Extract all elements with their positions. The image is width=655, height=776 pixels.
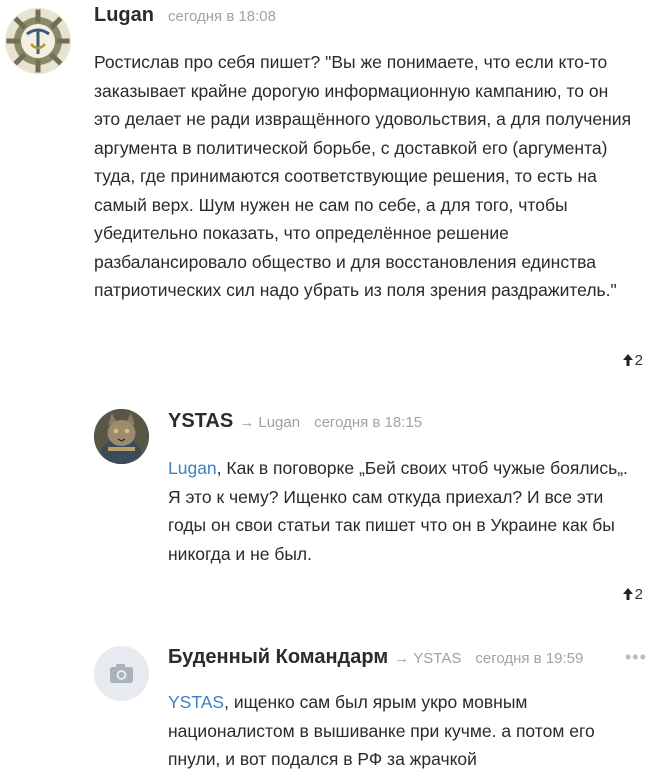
vote-count: 2: [634, 586, 643, 603]
author-name[interactable]: Lugan: [94, 4, 154, 26]
avatar-ystas[interactable]: [94, 409, 149, 464]
gear-emblem-icon: [6, 9, 70, 73]
mention-link[interactable]: Lugan: [168, 458, 217, 478]
upvote-control[interactable]: 2: [622, 352, 643, 369]
arrow-up-icon: [622, 588, 633, 600]
comment-text: Lugan, Как в поговорке „Бей своих чтоб ч…: [168, 454, 638, 568]
timestamp[interactable]: сегодня в 18:15: [314, 414, 422, 431]
arrow-up-icon: [622, 354, 633, 366]
more-options-icon[interactable]: •••: [625, 647, 647, 668]
author-name[interactable]: YSTAS: [168, 410, 233, 432]
comment-header: YSTAS → Lugan сегодня в 18:15: [168, 410, 422, 433]
camera-icon: [110, 664, 133, 683]
timestamp[interactable]: сегодня в 18:08: [168, 8, 276, 25]
avatar-lugan[interactable]: [5, 8, 71, 74]
timestamp[interactable]: сегодня в 19:59: [475, 650, 583, 667]
reply-to-link[interactable]: → YSTAS: [394, 650, 461, 667]
vote-count: 2: [634, 352, 643, 369]
author-name[interactable]: Буденный Командарм: [168, 646, 388, 668]
comment-text: Ростислав про себя пишет? "Вы же понимае…: [94, 52, 632, 300]
upvote-control[interactable]: 2: [622, 586, 643, 603]
comment-header: Буденный Командарм → YSTAS сегодня в 19:59: [168, 646, 583, 669]
avatar-placeholder[interactable]: [94, 646, 149, 701]
comment-header: Lugan сегодня в 18:08: [94, 4, 276, 27]
cat-avatar-icon: [94, 409, 149, 464]
mention-link[interactable]: YSTAS: [168, 692, 224, 712]
comment-text: YSTAS, ищенко сам был ярым укро мовным н…: [168, 688, 643, 774]
comment-body: , ищенко сам был ярым укро мовным национ…: [168, 692, 595, 769]
reply-to-link[interactable]: → Lugan: [239, 414, 300, 431]
comment-body: , Как в поговорке „Бей своих чтоб чужые …: [168, 458, 628, 564]
